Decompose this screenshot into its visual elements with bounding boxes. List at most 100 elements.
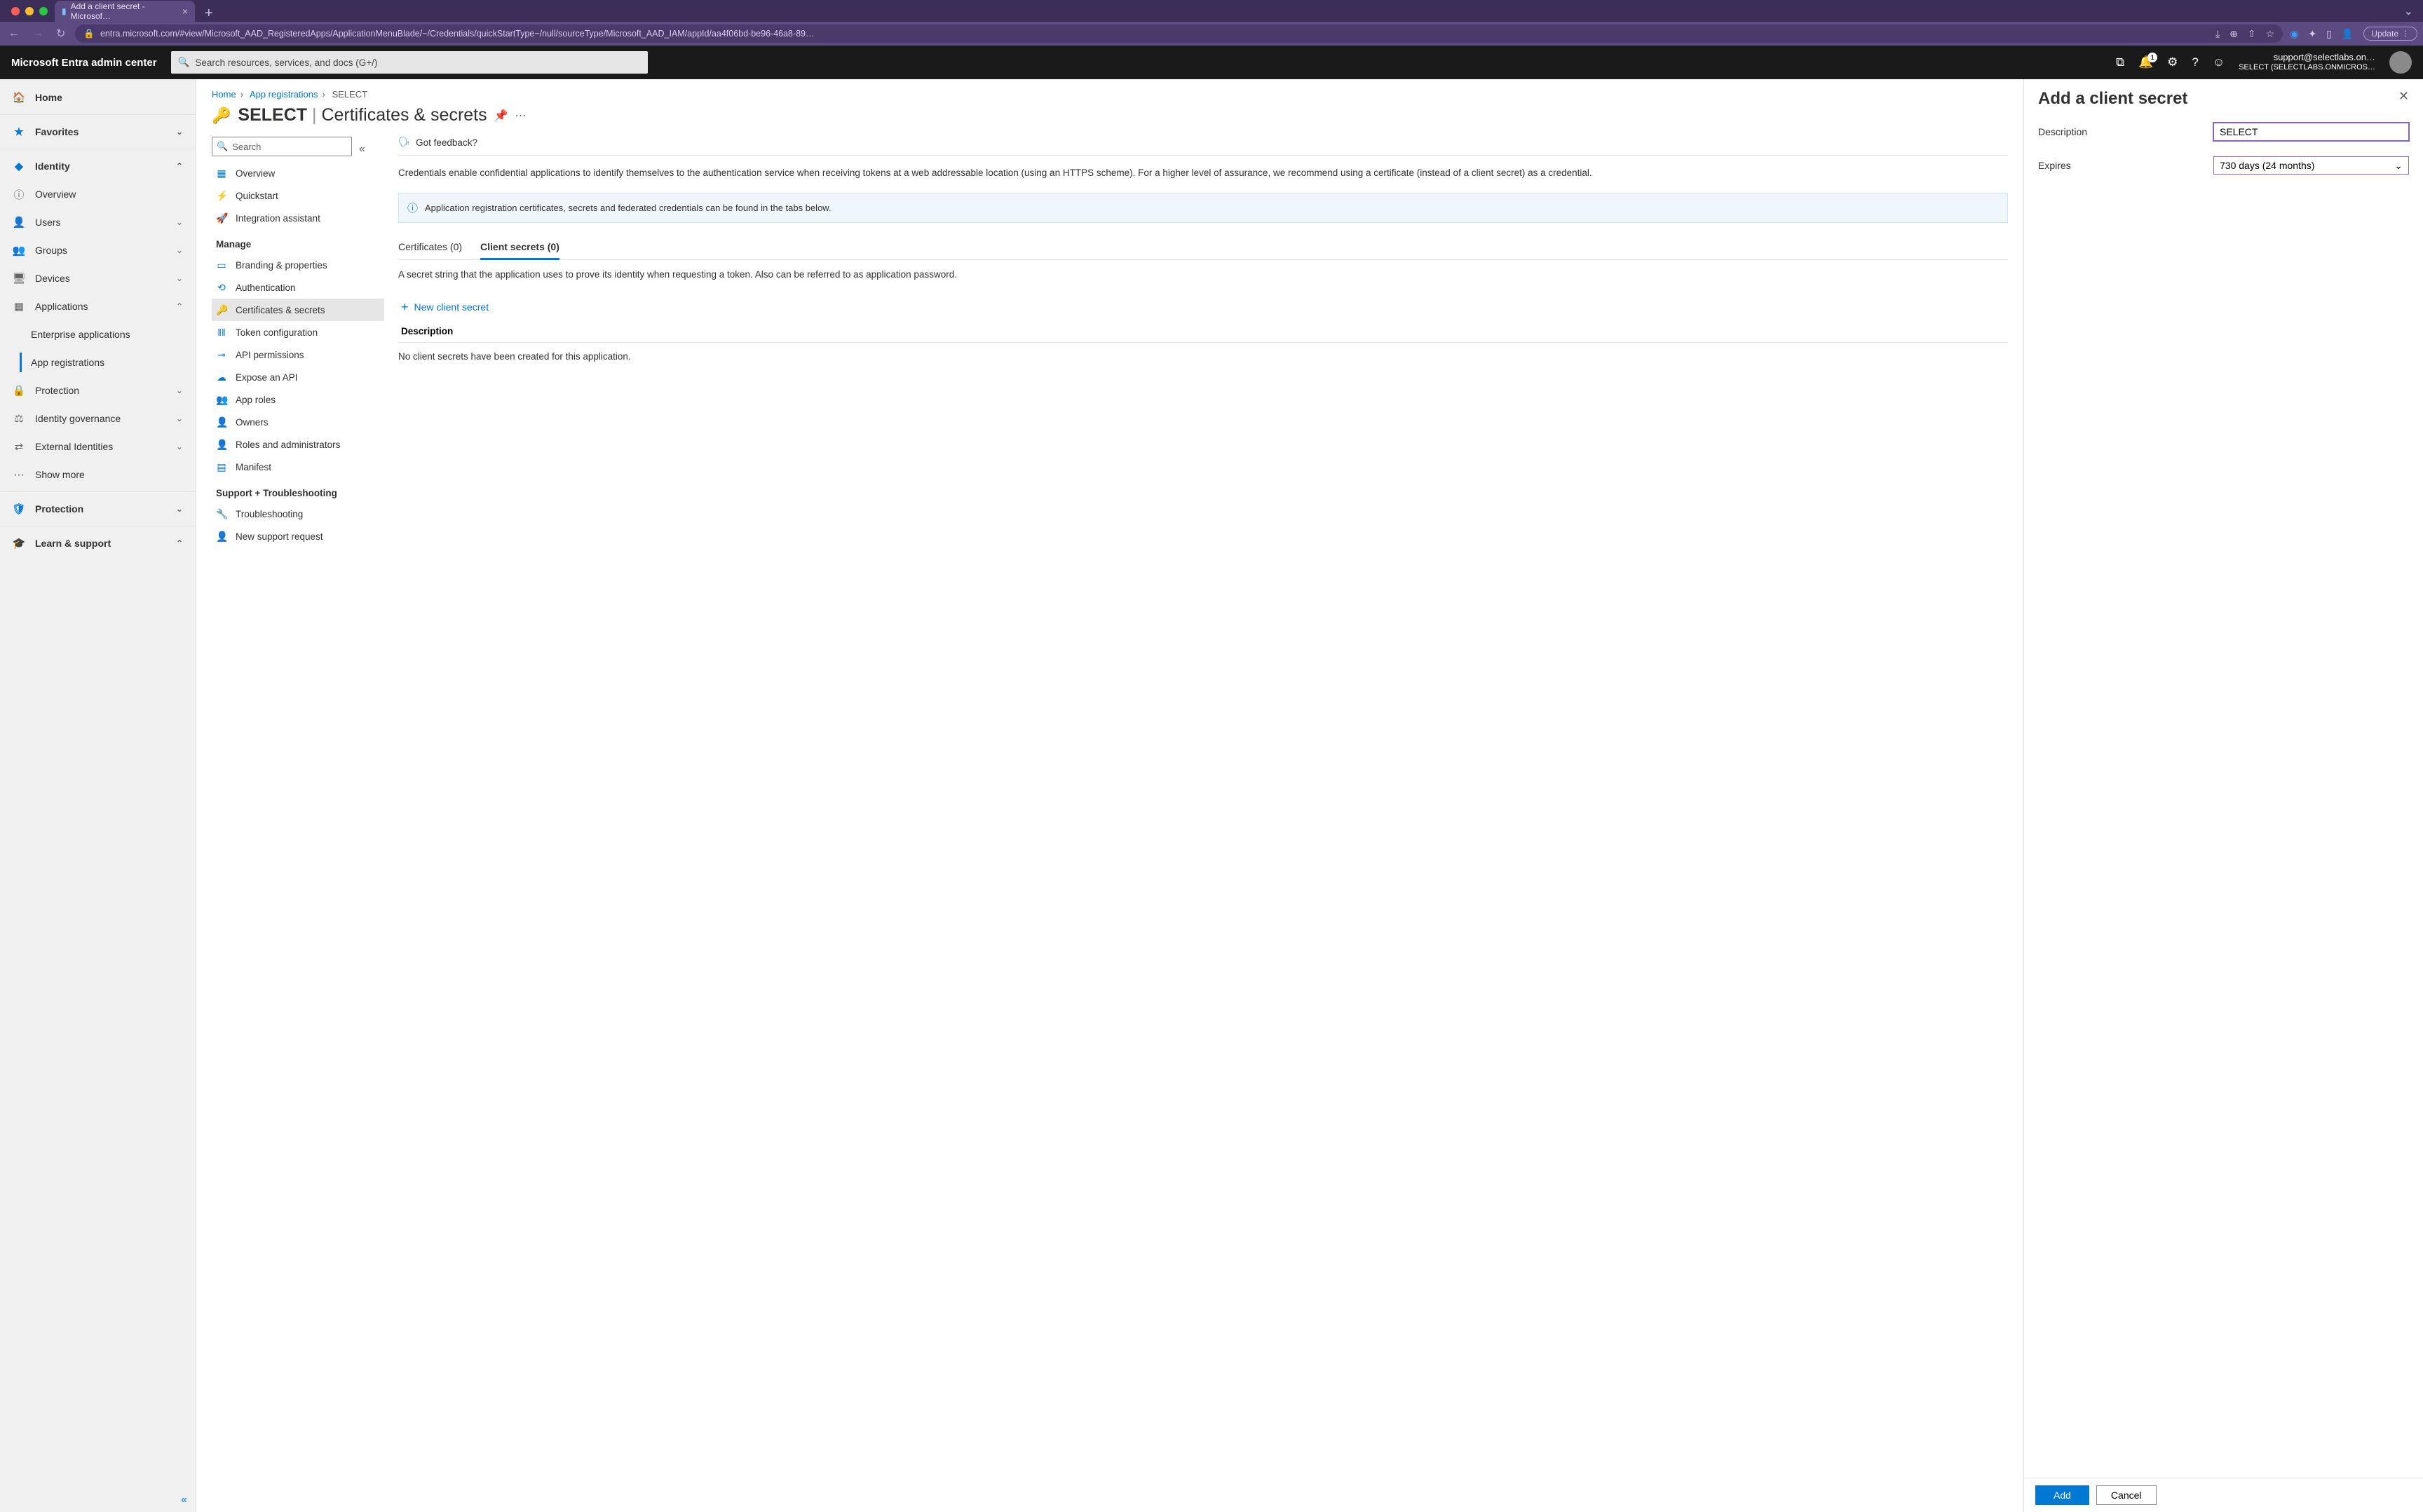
profile-avatar-icon[interactable]: 👤	[2342, 28, 2354, 40]
chevron-down-icon: ⌄	[176, 414, 183, 423]
wrench-icon: 🔧	[216, 508, 227, 520]
add-button[interactable]: Add	[2035, 1485, 2089, 1505]
address-bar[interactable]: 🔒 entra.microsoft.com/#view/Microsoft_AA…	[75, 25, 2283, 43]
sidebar-learn[interactable]: 🎓Learn & support⌃	[0, 529, 196, 557]
feedback-person-icon: 🗣	[398, 137, 410, 148]
device-icon: 🖥	[13, 272, 25, 285]
tab-title: Add a client secret - Microsof…	[71, 1, 178, 21]
global-search[interactable]: 🔍 Search resources, services, and docs (…	[171, 51, 648, 74]
update-button[interactable]: Update ⋮	[2363, 27, 2417, 41]
apps-icon: ▦	[13, 300, 25, 313]
sidebar-protection[interactable]: 🛡Protection⌄	[0, 495, 196, 523]
search-icon: 🔍	[178, 57, 190, 68]
shield-icon: 🛡	[13, 503, 25, 515]
admin-icon: 👤	[216, 439, 227, 451]
close-icon[interactable]: ×	[182, 6, 188, 17]
zoom-icon[interactable]: ⊕	[2229, 28, 2238, 40]
breadcrumb-appreg[interactable]: App registrations	[250, 89, 318, 100]
window-max[interactable]	[39, 7, 48, 15]
secnav-api-perm[interactable]: ⊸API permissions	[212, 343, 384, 366]
share-icon[interactable]: ⇧	[2248, 28, 2256, 40]
sidebar-users[interactable]: 👤Users⌄	[0, 208, 196, 236]
secnav-new-request[interactable]: 👤New support request	[212, 525, 384, 547]
collapse-sidebar-icon[interactable]: «	[181, 1494, 187, 1506]
secnav-expose[interactable]: ☁Expose an API	[212, 366, 384, 388]
breadcrumb-home[interactable]: Home	[212, 89, 236, 100]
secnav-owners[interactable]: 👤Owners	[212, 411, 384, 433]
feedback-link[interactable]: 🗣Got feedback?	[398, 137, 2008, 156]
secnav-auth[interactable]: ⟲Authentication	[212, 276, 384, 299]
url-text: entra.microsoft.com/#view/Microsoft_AAD_…	[100, 29, 2204, 39]
search-placeholder: Search resources, services, and docs (G+…	[195, 57, 377, 68]
browser-tab[interactable]: ▮ Add a client secret - Microsof… ×	[55, 1, 195, 22]
sidebar-applications[interactable]: ▦Applications⌃	[0, 292, 196, 320]
sidebar-identity[interactable]: ◆Identity⌃	[0, 152, 196, 180]
auth-icon: ⟲	[216, 282, 227, 294]
secnav-overview[interactable]: ▦Overview	[212, 162, 384, 184]
tab-certificates[interactable]: Certificates (0)	[398, 236, 462, 259]
secnav-manifest[interactable]: ▤Manifest	[212, 456, 384, 478]
tab-client-secrets[interactable]: Client secrets (0)	[480, 236, 559, 260]
sidebar-external[interactable]: ⇄External Identities⌄	[0, 433, 196, 461]
extension-icon[interactable]: ◉	[2290, 28, 2298, 40]
account-info[interactable]: support@selectlabs.on… SELECT (SELECTLAB…	[2239, 52, 2375, 73]
window-close[interactable]	[11, 7, 20, 15]
secnav-branding[interactable]: ▭Branding & properties	[212, 254, 384, 276]
sidebar-groups[interactable]: 👥Groups⌄	[0, 236, 196, 264]
add-secret-flyout: Add a client secret ✕ Description Expire…	[2023, 79, 2423, 1512]
sidebar-home[interactable]: 🏠Home	[0, 83, 196, 111]
side-panel-icon[interactable]: ▯	[2326, 28, 2332, 40]
sidebar-enterprise-apps[interactable]: Enterprise applications	[0, 320, 196, 348]
sidebar-governance[interactable]: ⚖Identity governance⌄	[0, 404, 196, 433]
rocket-icon: 🚀	[216, 212, 227, 224]
account-avatar[interactable]	[2389, 51, 2412, 74]
sidebar-favorites[interactable]: ★Favorites⌄	[0, 118, 196, 146]
secondary-search[interactable]: 🔍Search	[212, 137, 352, 156]
help-icon[interactable]: ?	[2192, 55, 2198, 69]
feedback-icon[interactable]: ☺	[2213, 55, 2225, 69]
sidebar-identity-overview[interactable]: ⓘOverview	[0, 180, 196, 208]
chevron-down-icon: ⌄	[176, 273, 183, 283]
bookmark-icon[interactable]: ☆	[2266, 28, 2275, 40]
reload-button[interactable]: ↻	[53, 25, 68, 42]
info-banner: ⓘApplication registration certificates, …	[398, 193, 2008, 223]
sidebar-devices[interactable]: 🖥Devices⌄	[0, 264, 196, 292]
page-title: SELECT | Certificates & secrets	[238, 105, 487, 125]
window-min[interactable]	[25, 7, 34, 15]
collapse-secnav-icon[interactable]: «	[359, 143, 365, 156]
overview-icon: ▦	[216, 168, 227, 179]
sidebar-protection-sub[interactable]: 🔒Protection⌄	[0, 376, 196, 404]
secnav-quickstart[interactable]: ⚡Quickstart	[212, 184, 384, 207]
extensions-puzzle-icon[interactable]: ✦	[2308, 28, 2316, 40]
table-header-description: Description	[398, 320, 2008, 343]
secnav-approles[interactable]: 👥App roles	[212, 388, 384, 411]
favicon-icon: ▮	[62, 6, 67, 16]
sidebar-app-registrations[interactable]: App registrations	[0, 348, 196, 376]
new-client-secret-button[interactable]: +New client secret	[398, 294, 2008, 320]
back-button[interactable]: ←	[6, 26, 22, 41]
primary-sidebar: 🏠Home ★Favorites⌄ ◆Identity⌃ ⓘOverview 👤…	[0, 79, 196, 1512]
settings-gear-icon[interactable]: ⚙	[2167, 55, 2178, 69]
description-input[interactable]	[2213, 123, 2409, 141]
new-tab-button[interactable]: +	[195, 6, 223, 22]
notifications-icon[interactable]: 🔔1	[2138, 55, 2153, 69]
install-app-icon[interactable]: ⤓	[2215, 28, 2220, 40]
dots-icon: ⋯	[13, 468, 25, 481]
secnav-certs[interactable]: 🔑Certificates & secrets	[212, 299, 384, 321]
learn-icon: 🎓	[13, 537, 25, 550]
secnav-token[interactable]: ‖‖Token configuration	[212, 321, 384, 343]
secnav-roles-admin[interactable]: 👤Roles and administrators	[212, 433, 384, 456]
expires-select[interactable]: 730 days (24 months) ⌄	[2213, 156, 2409, 175]
close-flyout-button[interactable]: ✕	[2398, 89, 2409, 104]
pin-icon[interactable]: 📌	[494, 109, 508, 123]
secnav-integration[interactable]: 🚀Integration assistant	[212, 207, 384, 229]
tab-list-caret-icon[interactable]: ⌄	[2394, 4, 2423, 18]
home-icon: 🏠	[13, 91, 25, 104]
sidebar-show-more[interactable]: ⋯Show more	[0, 461, 196, 489]
cloud-shell-icon[interactable]: ⧉	[2116, 55, 2124, 69]
more-dots-icon[interactable]: ⋯	[515, 109, 527, 123]
cancel-button[interactable]: Cancel	[2096, 1485, 2157, 1505]
secnav-trouble[interactable]: 🔧Troubleshooting	[212, 503, 384, 525]
account-tenant: SELECT (SELECTLABS.ONMICROS…	[2239, 63, 2375, 73]
product-title: Microsoft Entra admin center	[11, 57, 157, 69]
